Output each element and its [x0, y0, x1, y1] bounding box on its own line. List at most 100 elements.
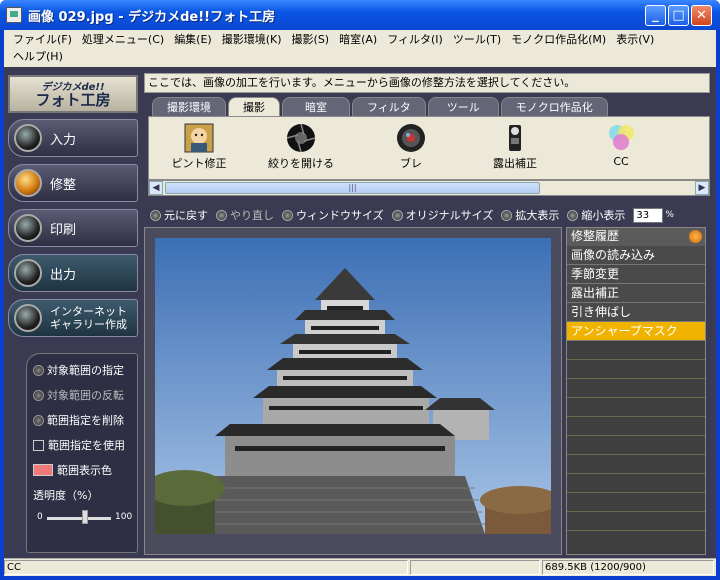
area-color-label: 範囲表示色 [57, 464, 112, 477]
opacity-label: 透明度（%） [33, 489, 99, 502]
tool-strip: ピント修正 絞りを開ける ブレ 露出補正 CC [148, 116, 710, 180]
redo-button[interactable]: やり直し [216, 207, 274, 223]
nav-print-button[interactable]: 印刷 [8, 209, 138, 247]
color-swatch [33, 464, 53, 476]
undo-label: 元に戻す [164, 209, 208, 222]
image-pane [144, 227, 562, 555]
status-empty [410, 560, 540, 575]
orb-icon [14, 259, 42, 287]
nav-input-button[interactable]: 入力 [8, 119, 138, 157]
blur-tool[interactable]: ブレ [371, 123, 451, 171]
history-item[interactable]: 露出補正 [567, 284, 705, 303]
menu-darkroom[interactable]: 暗室(A) [334, 31, 382, 48]
menu-filter[interactable]: フィルタ(I) [382, 31, 448, 48]
history-empty-row [567, 512, 705, 531]
app-logo: デジカメde!! フォト工房 [8, 75, 138, 113]
history-empty-row [567, 474, 705, 493]
original-size-button[interactable]: オリジナルサイズ [391, 207, 493, 223]
select-area-option[interactable]: 対象範囲の指定 [33, 362, 124, 378]
radio-icon [33, 414, 44, 426]
history-item[interactable]: 引き伸ばし [567, 303, 705, 322]
radio-icon [391, 209, 403, 221]
scroll-thumb[interactable]: ||| [165, 182, 540, 194]
use-area-label: 範囲指定を使用 [48, 439, 125, 452]
exposure-tool[interactable]: 露出補正 [475, 123, 555, 171]
opacity-slider-thumb[interactable] [82, 510, 89, 524]
face-icon [184, 123, 214, 153]
zoom-out-label: 縮小表示 [581, 209, 626, 222]
opacity-slider-track[interactable] [47, 517, 111, 520]
history-title: 修整履歴 [571, 229, 620, 243]
tool-scrollbar[interactable]: ◀ ||| ▶ [148, 180, 710, 196]
focus-tool[interactable]: ピント修正 [159, 123, 239, 171]
menu-tools[interactable]: ツール(T) [448, 31, 506, 48]
tab-shoot-env[interactable]: 撮影環境 [152, 97, 226, 117]
zoom-in-label: 拡大表示 [515, 209, 560, 222]
castle-photo[interactable] [155, 238, 551, 534]
menu-shoot-env[interactable]: 撮影環境(K) [217, 31, 287, 48]
orb-icon [14, 214, 42, 242]
app-window: 画像 029.jpg - デジカメde!!フォト工房 _ □ ✕ ファイル(F)… [0, 0, 720, 580]
menu-edit[interactable]: 編集(E) [169, 31, 217, 48]
info-message: ここでは、画像の加工を行います。メニューから画像の修整方法を選択してください。 [144, 73, 710, 93]
nav-gallery-line1: インターネット [50, 305, 127, 318]
focus-tool-label: ピント修正 [171, 157, 227, 170]
menu-process[interactable]: 処理メニュー(C) [77, 31, 169, 48]
menu-shoot[interactable]: 撮影(S) [287, 31, 335, 48]
history-empty-row [567, 455, 705, 474]
aperture-tool[interactable]: 絞りを開ける [261, 123, 341, 171]
menu-bar: ファイル(F) 処理メニュー(C) 編集(E) 撮影環境(K) 撮影(S) 暗室… [4, 30, 716, 66]
area-color-button[interactable]: 範囲表示色 [33, 462, 112, 478]
history-item[interactable]: 季節変更 [567, 265, 705, 284]
radio-icon [282, 209, 293, 221]
tab-monochrome[interactable]: モノクロ作品化 [500, 97, 608, 117]
nav-output-button[interactable]: 出力 [8, 254, 138, 292]
tab-strip: 撮影環境 撮影 暗室 フィルタ ツール モノクロ作品化 [152, 97, 610, 117]
nav-retouch-button[interactable]: 修整 [8, 164, 138, 202]
client-area: ファイル(F) 処理メニュー(C) 編集(E) 撮影環境(K) 撮影(S) 暗室… [4, 30, 716, 576]
maximize-button[interactable]: □ [668, 5, 689, 26]
menu-file[interactable]: ファイル(F) [8, 31, 77, 48]
redo-label: やり直し [230, 209, 274, 222]
window-title: 画像 029.jpg - デジカメde!!フォト工房 [28, 9, 276, 25]
nav-input-label: 入力 [50, 132, 77, 148]
status-bar: CC 689.5KB (1200/900) [4, 558, 716, 576]
tab-filter[interactable]: フィルタ [352, 97, 426, 117]
nav-retouch-label: 修整 [50, 177, 77, 193]
tab-tools[interactable]: ツール [427, 97, 499, 117]
menu-monochrome[interactable]: モノクロ作品化(M) [506, 31, 611, 48]
title-bar[interactable]: 画像 029.jpg - デジカメde!!フォト工房 _ □ ✕ [0, 0, 720, 30]
minimize-button[interactable]: _ [645, 5, 666, 26]
color-circles-icon [609, 125, 634, 150]
zoom-in-button[interactable]: 拡大表示 [501, 207, 559, 223]
tab-shoot[interactable]: 撮影 [228, 97, 280, 117]
nav-gallery-button[interactable]: インターネット ギャラリー作成 [8, 299, 138, 337]
zoom-input[interactable] [633, 207, 664, 223]
undo-button[interactable]: 元に戻す [150, 207, 208, 223]
history-empty-row [567, 493, 705, 512]
delete-area-option[interactable]: 範囲指定を削除 [33, 412, 124, 428]
use-area-checkbox[interactable]: 範囲指定を使用 [33, 437, 125, 453]
app-icon[interactable] [6, 7, 22, 23]
scroll-left-icon[interactable]: ◀ [149, 181, 163, 195]
history-empty-row [567, 436, 705, 455]
history-item-selected[interactable]: アンシャープマスク [567, 322, 705, 341]
nav-print-label: 印刷 [50, 222, 77, 238]
history-item[interactable]: 画像の読み込み [567, 246, 705, 265]
invert-area-option[interactable]: 対象範囲の反転 [33, 387, 124, 403]
tab-darkroom[interactable]: 暗室 [282, 97, 350, 117]
menu-view[interactable]: 表示(V) [611, 31, 659, 48]
nav-gallery-line2: ギャラリー作成 [50, 318, 127, 331]
play-icon[interactable] [689, 230, 702, 243]
cc-tool[interactable]: CC [581, 123, 661, 168]
menu-help[interactable]: ヘルプ(H) [8, 48, 68, 65]
history-empty-row [567, 398, 705, 417]
radio-icon [33, 364, 44, 376]
nav-output-label: 出力 [50, 267, 77, 283]
zoom-out-button[interactable]: 縮小表示 [567, 207, 625, 223]
zoom-unit: % [665, 210, 674, 220]
window-size-button[interactable]: ウィンドウサイズ [282, 207, 384, 223]
close-button[interactable]: ✕ [691, 5, 712, 26]
radio-icon [216, 209, 227, 221]
scroll-right-icon[interactable]: ▶ [695, 181, 709, 195]
